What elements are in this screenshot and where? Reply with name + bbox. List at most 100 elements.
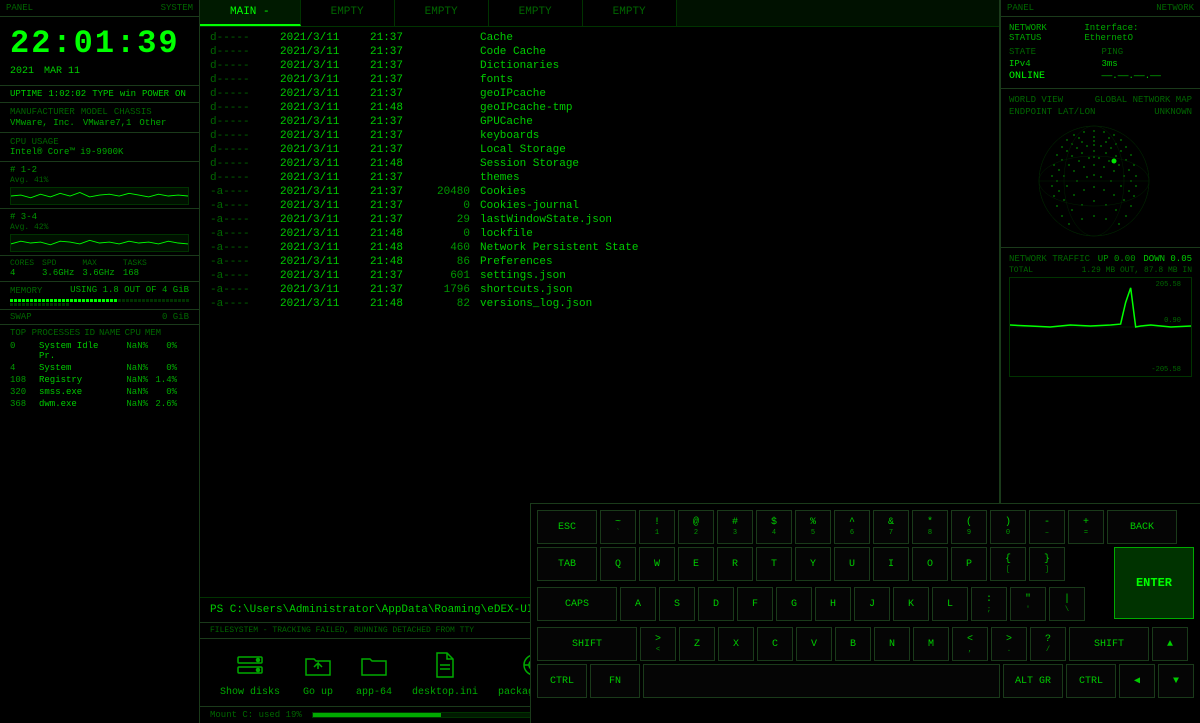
key-lbracket[interactable]: {[ [990,547,1026,581]
key-minus[interactable]: -– [1029,510,1065,544]
file-row[interactable]: d----- 2021/3/11 21:37 GPUCache [200,115,999,129]
key-ctrl-right[interactable]: CTRL [1066,664,1116,698]
memory-dot [174,299,177,302]
proc-mem: 0% [152,341,177,361]
key-equals[interactable]: += [1068,510,1104,544]
key-rbracket[interactable]: }] [1029,547,1065,581]
file-perms: d----- [210,32,270,44]
file-row[interactable]: d----- 2021/3/11 21:37 Code Cache [200,45,999,59]
key-shift-left[interactable]: SHIFT [537,627,637,661]
tab-empty-2[interactable]: EMPTY [395,0,489,26]
key-t[interactable]: T [756,547,792,581]
key-9[interactable]: (9 [951,510,987,544]
key-w[interactable]: W [639,547,675,581]
key-c[interactable]: C [757,627,793,661]
file-row[interactable]: -a---- 2021/3/11 21:37 29 lastWindowStat… [200,213,999,227]
tabs-bar: MAIN - EMPTY EMPTY EMPTY EMPTY [200,0,999,27]
file-row[interactable]: d----- 2021/3/11 21:37 fonts [200,73,999,87]
key-z[interactable]: Z [679,627,715,661]
key-backspace[interactable]: BACK [1107,510,1177,544]
key-a[interactable]: A [620,587,656,621]
key-7[interactable]: &7 [873,510,909,544]
file-row[interactable]: d----- 2021/3/11 21:48 Session Storage [200,157,999,171]
key-n[interactable]: N [874,627,910,661]
fs-item-desktop-ini[interactable]: desktop.ini [412,647,478,698]
file-row[interactable]: d----- 2021/3/11 21:48 geoIPcache-tmp [200,101,999,115]
key-tab[interactable]: TAB [537,547,597,581]
key-arrow-up[interactable]: ▲ [1152,627,1188,661]
file-row[interactable]: -a---- 2021/3/11 21:37 0 Cookies-journal [200,199,999,213]
cpu-graph-1-display [10,187,189,205]
key-6[interactable]: ^6 [834,510,870,544]
key-4[interactable]: $4 [756,510,792,544]
key-p[interactable]: P [951,547,987,581]
key-r[interactable]: R [717,547,753,581]
key-slash[interactable]: ?/ [1030,627,1066,661]
file-row[interactable]: -a---- 2021/3/11 21:37 20480 Cookies [200,185,999,199]
key-1[interactable]: !1 [639,510,675,544]
key-e[interactable]: E [678,547,714,581]
key-s[interactable]: S [659,587,695,621]
key-v[interactable]: V [796,627,832,661]
key-5[interactable]: %5 [795,510,831,544]
key-arrow-down[interactable]: ▼ [1158,664,1194,698]
tab-empty-1[interactable]: EMPTY [301,0,395,26]
key-tilde[interactable]: ~` [600,510,636,544]
key-m[interactable]: M [913,627,949,661]
fs-item-show-disks[interactable]: Show disks [220,647,280,698]
key-d[interactable]: D [698,587,734,621]
key-j[interactable]: J [854,587,890,621]
file-row[interactable]: -a---- 2021/3/11 21:37 601 settings.json [200,269,999,283]
key-y[interactable]: Y [795,547,831,581]
key-x[interactable]: X [718,627,754,661]
file-row[interactable]: -a---- 2021/3/11 21:48 0 lockfile [200,227,999,241]
key-shift-right[interactable]: SHIFT [1069,627,1149,661]
key-period[interactable]: >. [991,627,1027,661]
file-row[interactable]: -a---- 2021/3/11 21:37 1796 shortcuts.js… [200,283,999,297]
file-row[interactable]: -a---- 2021/3/11 21:48 82 versions_log.j… [200,297,999,311]
fs-item-go-up[interactable]: Go up [300,647,336,698]
key-enter[interactable]: ENTER [1114,547,1194,619]
file-row[interactable]: d----- 2021/3/11 21:37 keyboards [200,129,999,143]
max-label: MAX [82,259,114,268]
tab-empty-3[interactable]: EMPTY [489,0,583,26]
file-row[interactable]: -a---- 2021/3/11 21:48 460 Network Persi… [200,241,999,255]
file-row[interactable]: d----- 2021/3/11 21:37 Local Storage [200,143,999,157]
key-o[interactable]: O [912,547,948,581]
fs-item-app64[interactable]: app-64 [356,647,392,698]
key-semicolon[interactable]: :; [971,587,1007,621]
key-quote[interactable]: "' [1010,587,1046,621]
key-f[interactable]: F [737,587,773,621]
key-g[interactable]: G [776,587,812,621]
key-angle[interactable]: >< [640,627,676,661]
key-i[interactable]: I [873,547,909,581]
file-row[interactable]: d----- 2021/3/11 21:37 themes [200,171,999,185]
key-u[interactable]: U [834,547,870,581]
key-3[interactable]: #3 [717,510,753,544]
file-row[interactable]: d----- 2021/3/11 21:37 geoIPcache [200,87,999,101]
key-k[interactable]: K [893,587,929,621]
key-8[interactable]: *8 [912,510,948,544]
key-backslash[interactable]: |\ [1049,587,1085,621]
tab-main[interactable]: MAIN - [200,0,301,26]
key-ctrl-left[interactable]: CTRL [537,664,587,698]
file-row[interactable]: d----- 2021/3/11 21:37 Cache [200,31,999,45]
key-q[interactable]: Q [600,547,636,581]
file-date: 2021/3/11 [280,214,360,226]
key-2[interactable]: @2 [678,510,714,544]
file-row[interactable]: -a---- 2021/3/11 21:48 86 Preferences [200,255,999,269]
file-row[interactable]: d----- 2021/3/11 21:37 Dictionaries [200,59,999,73]
key-caps[interactable]: CAPS [537,587,617,621]
tab-empty-4[interactable]: EMPTY [583,0,677,26]
key-h[interactable]: H [815,587,851,621]
key-alt-gr[interactable]: ALT GR [1003,664,1063,698]
key-0[interactable]: )0 [990,510,1026,544]
key-b[interactable]: B [835,627,871,661]
key-comma[interactable]: <, [952,627,988,661]
memory-dot [42,303,45,306]
key-l[interactable]: L [932,587,968,621]
key-arrow-left[interactable]: ◀ [1119,664,1155,698]
key-space[interactable] [643,664,1000,698]
key-fn[interactable]: FN [590,664,640,698]
key-esc[interactable]: ESC [537,510,597,544]
